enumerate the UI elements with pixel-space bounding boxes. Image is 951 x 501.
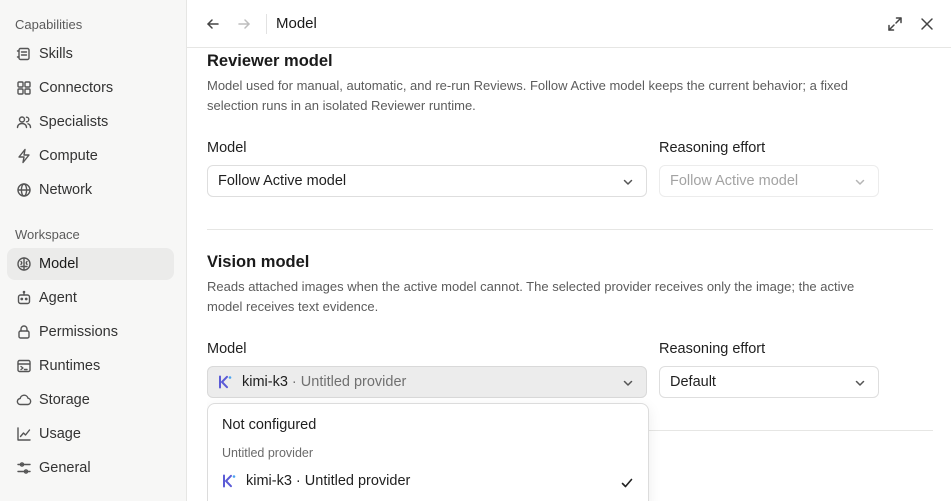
reviewer-model-label: Model <box>207 140 247 156</box>
vision-effort-label: Reasoning effort <box>659 341 766 357</box>
chevron-down-icon <box>855 380 865 386</box>
option-name: kimi-k3 <box>246 473 292 489</box>
cloud-icon <box>16 394 32 406</box>
sidebar-item-label: Compute <box>39 148 98 164</box>
chevron-down-icon <box>623 179 633 185</box>
agent-icon <box>17 290 31 305</box>
kimi-logo-icon <box>219 375 232 389</box>
close-icon <box>921 18 933 30</box>
sidebar-item-label: Specialists <box>39 114 109 130</box>
reviewer-effort-label: Reasoning effort <box>659 140 766 156</box>
sidebar-item-runtimes[interactable]: Runtimes <box>7 350 174 382</box>
sidebar-item-label: Runtimes <box>39 358 101 374</box>
sidebar-item-label: Agent <box>39 290 77 306</box>
compute-icon <box>18 148 30 164</box>
reviewer-model-title: Reviewer model <box>207 52 333 70</box>
section-divider <box>649 430 933 431</box>
sidebar-item-label: Network <box>39 182 93 198</box>
option-group-label: Untitled provider <box>222 446 314 460</box>
lock-icon <box>18 325 30 339</box>
vision-effort-select[interactable]: Default <box>659 366 879 398</box>
reviewer-model-value: Follow Active model <box>218 173 347 189</box>
sidebar-item-permissions[interactable]: Permissions <box>7 316 174 348</box>
connectors-icon <box>17 81 31 95</box>
sidebar-item-agent[interactable]: Agent <box>7 282 174 314</box>
skills-icon <box>16 47 30 61</box>
chevron-down-icon <box>855 179 865 185</box>
specialists-icon <box>16 116 32 129</box>
sidebar-item-network[interactable]: Network <box>7 174 174 206</box>
expand-button[interactable] <box>885 14 905 34</box>
reviewer-effort-select: Follow Active model <box>659 165 879 197</box>
sidebar-item-label: Usage <box>39 426 81 442</box>
sidebar-item-label: Permissions <box>39 324 118 340</box>
arrow-left-icon <box>207 19 219 29</box>
sidebar-item-model[interactable]: Model <box>7 248 174 280</box>
network-icon <box>17 183 31 197</box>
sidebar-item-label: Model <box>39 256 79 272</box>
option-not-configured[interactable]: Not configured <box>222 417 316 433</box>
page-header: Model <box>187 0 951 48</box>
vision-model-name: kimi-k3 <box>242 374 288 390</box>
expand-icon <box>888 17 902 31</box>
vision-model-provider: · Untitled provider <box>291 374 407 390</box>
runtimes-icon <box>17 359 31 373</box>
sidebar-item-skills[interactable]: Skills <box>7 38 174 70</box>
sliders-icon <box>17 462 31 474</box>
page-title: Model <box>276 15 317 32</box>
vision-model-description: Reads attached images when the active mo… <box>207 279 855 314</box>
workspace-section-label: Workspace <box>15 227 80 242</box>
sidebar-item-general[interactable]: General <box>7 452 174 484</box>
forward-button[interactable] <box>234 14 254 34</box>
arrow-right-icon <box>238 19 250 29</box>
section-divider <box>207 229 933 230</box>
sidebar-item-label: General <box>39 460 91 476</box>
settings-window: Capabilities Skills Connectors Specialis… <box>0 0 951 501</box>
sidebar-item-label: Connectors <box>39 80 114 96</box>
reviewer-model-select[interactable]: Follow Active model <box>207 165 647 197</box>
option-kimi-k3[interactable]: kimi-k3 · Untitled provider <box>222 473 634 489</box>
reviewer-model-description: Model used for manual, automatic, and re… <box>207 78 848 113</box>
sidebar-item-storage[interactable]: Storage <box>7 384 174 416</box>
sidebar-item-compute[interactable]: Compute <box>7 140 174 172</box>
sidebar-item-usage[interactable]: Usage <box>7 418 174 450</box>
sidebar-item-label: Storage <box>39 392 90 408</box>
chart-icon <box>17 427 31 441</box>
reviewer-effort-value: Follow Active model <box>670 173 799 189</box>
header-divider <box>266 14 267 34</box>
vision-effort-value: Default <box>670 374 716 390</box>
kimi-logo-icon <box>223 474 236 488</box>
sidebar-item-specialists[interactable]: Specialists <box>7 106 174 138</box>
chevron-down-icon <box>623 380 633 386</box>
check-icon <box>621 478 633 488</box>
vision-model-dropdown: Not configured Untitled provider kimi-k3… <box>207 403 649 501</box>
sidebar: Capabilities Skills Connectors Specialis… <box>0 0 187 501</box>
back-button[interactable] <box>203 14 223 34</box>
sidebar-item-label: Skills <box>39 46 73 62</box>
close-button[interactable] <box>917 14 937 34</box>
sidebar-item-connectors[interactable]: Connectors <box>7 72 174 104</box>
option-provider: · Untitled provider <box>295 473 411 489</box>
capabilities-section-label: Capabilities <box>15 17 83 32</box>
vision-model-label: Model <box>207 341 247 357</box>
vision-model-title: Vision model <box>207 253 310 271</box>
settings-content: Reviewer model Model used for manual, au… <box>207 48 933 501</box>
model-icon <box>17 257 31 271</box>
vision-model-select[interactable]: kimi-k3 · Untitled provider <box>207 366 647 398</box>
